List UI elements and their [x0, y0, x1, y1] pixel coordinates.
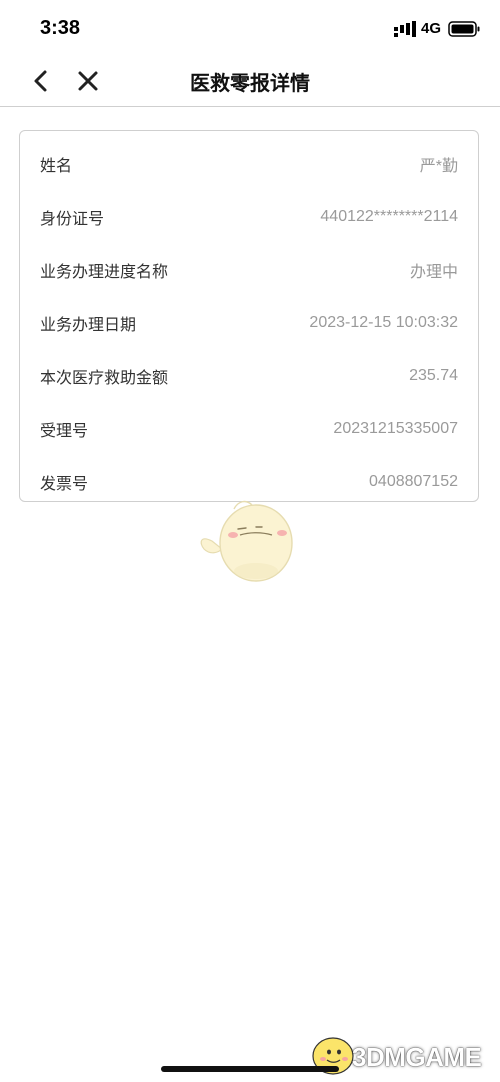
home-indicator[interactable]: [161, 1066, 339, 1072]
status-bar: 3:38 4G: [0, 0, 500, 58]
detail-row-date: 业务办理日期 2023-12-15 10:03:32: [20, 296, 478, 349]
row-value: 严*勤: [419, 157, 458, 175]
detail-row-acceptance-number: 受理号 20231215335007: [20, 402, 478, 455]
row-label: 身份证号: [40, 208, 105, 228]
row-label: 发票号: [40, 473, 89, 493]
mascot-illustration: [200, 500, 293, 582]
app-screen: 3:38 4G 医救零报详情 姓名 严*勤 身份证号 440122*******…: [0, 0, 500, 1082]
signal-icon: [394, 21, 416, 37]
battery-icon: [448, 21, 480, 37]
row-value: 440122********2114: [320, 207, 458, 225]
detail-row-name: 姓名 严*勤: [20, 137, 478, 190]
detail-row-progress: 业务办理进度名称 办理中: [20, 243, 478, 296]
row-label: 业务办理日期: [40, 314, 137, 334]
row-value: 235.74: [409, 366, 458, 384]
nav-bar: 医救零报详情: [0, 58, 500, 107]
detail-card: 姓名 严*勤 身份证号 440122********2114 业务办理进度名称 …: [19, 130, 479, 502]
watermark-text: 3DMGAME: [352, 1042, 482, 1072]
detail-row-amount: 本次医疗救助金额 235.74: [20, 349, 478, 402]
row-value: 0408807152: [369, 472, 458, 490]
row-value: 20231215335007: [333, 419, 458, 437]
row-label: 本次医疗救助金额: [40, 367, 169, 387]
status-time: 3:38: [40, 17, 81, 39]
row-label: 业务办理进度名称: [40, 261, 169, 281]
row-label: 受理号: [40, 420, 89, 440]
page-title: 医救零报详情: [190, 71, 310, 95]
detail-row-id-number: 身份证号 440122********2114: [20, 190, 478, 243]
network-label: 4G: [421, 20, 442, 37]
row-value: 2023-12-15 10:03:32: [309, 313, 458, 331]
row-value: 办理中: [409, 263, 458, 281]
row-label: 姓名: [40, 155, 73, 175]
